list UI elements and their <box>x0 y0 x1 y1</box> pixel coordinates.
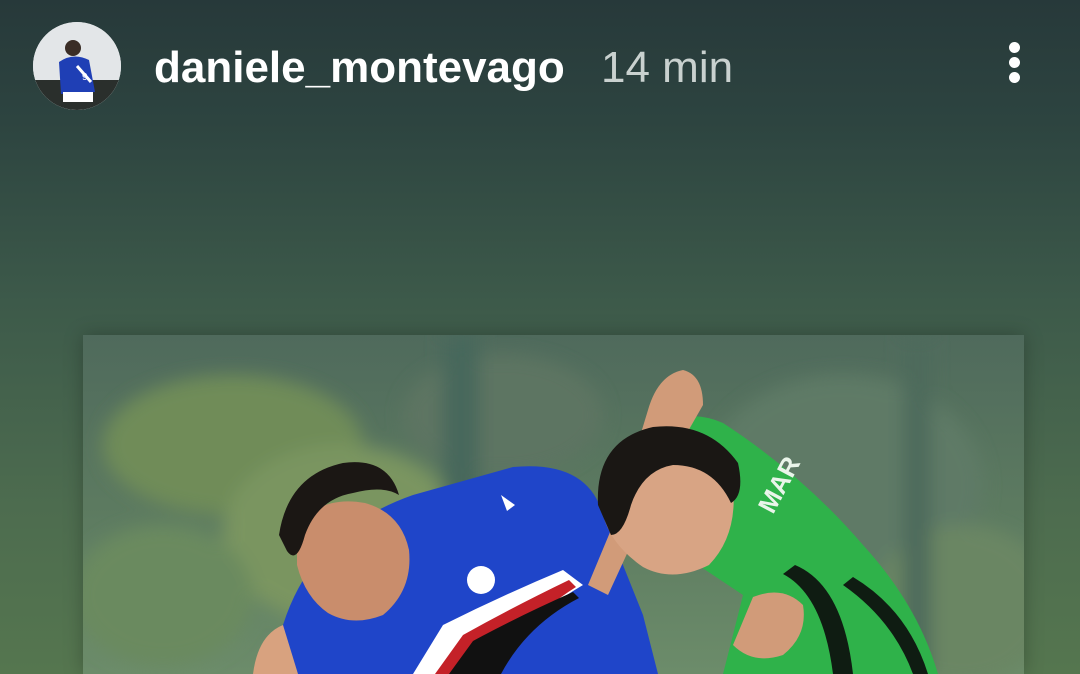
svg-text:9: 9 <box>82 72 88 83</box>
story-photo[interactable]: MAR <box>83 335 1024 674</box>
more-options-button[interactable] <box>994 36 1034 90</box>
story-header: 9 daniele_montevago 14 min <box>0 0 1080 135</box>
post-timestamp: 14 min <box>601 43 734 92</box>
username[interactable]: daniele_montevago <box>154 42 565 94</box>
profile-avatar[interactable]: 9 <box>33 22 121 110</box>
more-vertical-icon <box>1009 42 1020 53</box>
football-match-photo: MAR <box>83 335 1024 674</box>
avatar-player-icon: 9 <box>33 22 121 110</box>
